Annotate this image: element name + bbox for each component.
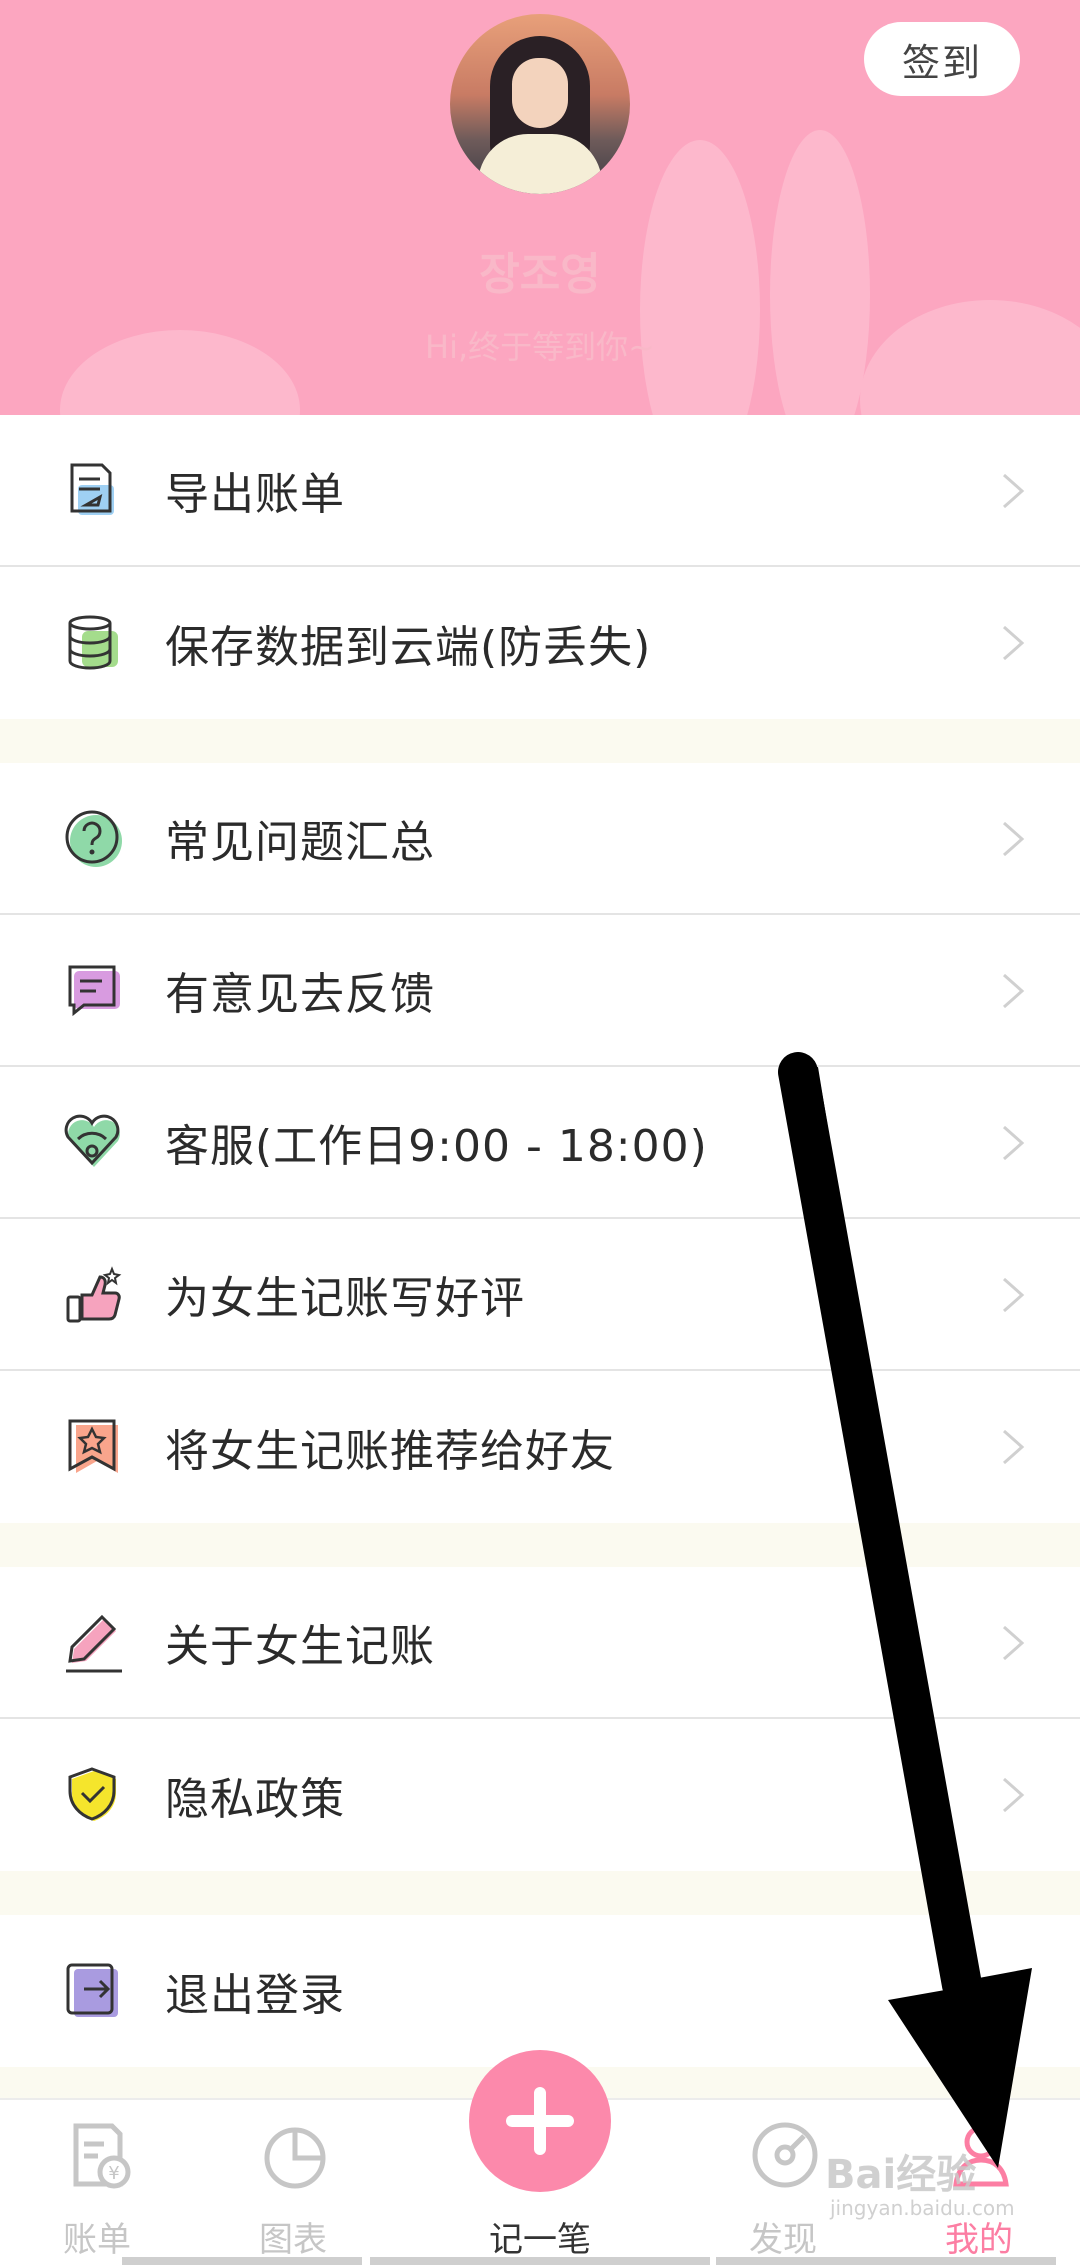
section-divider [0,719,1080,763]
home-indicator [716,2257,1056,2265]
chevron-right-icon [1003,1277,1025,1313]
discover-icon [752,2122,818,2188]
menu-item-rate-app[interactable]: 为女生记账写好评 [0,1219,1080,1371]
menu-item-privacy[interactable]: 隐私政策 [0,1719,1080,1871]
customer-service-heart-icon [64,1114,120,1167]
feedback-message-icon [68,965,120,1017]
chevron-right-icon [1003,625,1025,661]
menu-group-support: 常见问题汇总 有意见去反馈 客服(工作日9:00 - 18:00) 为女生记账写… [0,763,1080,1523]
tab-label: 图表 [259,2220,327,2260]
avatar[interactable] [450,14,630,194]
tab-label: 记一笔 [489,2220,591,2260]
menu-group-about: 关于女生记账 隐私政策 [0,1567,1080,1871]
menu-item-label: 客服(工作日9:00 - 18:00) [165,1121,708,1172]
chevron-right-icon [1003,473,1025,509]
export-bill-icon [70,463,114,515]
cloud-database-icon [68,615,118,670]
chevron-right-icon [1003,1625,1025,1661]
chevron-right-icon [1003,973,1025,1009]
menu-item-label: 常见问题汇总 [165,817,435,868]
home-indicator [370,2257,710,2265]
avatar-face [512,58,568,128]
menu-item-faq[interactable]: 常见问题汇总 [0,763,1080,915]
menu-item-label: 关于女生记账 [165,1621,435,1672]
svg-text:¥: ¥ [108,2163,119,2184]
watermark-url: jingyan.baidu.com [830,2196,1015,2220]
section-divider [0,1523,1080,1567]
menu-item-label: 为女生记账写好评 [165,1273,525,1324]
menu-item-recommend[interactable]: 将女生记账推荐给好友 [0,1371,1080,1523]
star-bookmark-icon [68,1419,118,1473]
menu-item-label: 有意见去反馈 [165,969,435,1020]
chevron-right-icon [1003,1777,1025,1813]
menu-item-label: 隐私政策 [165,1774,345,1825]
menu-group-account: 退出登录 [0,1915,1080,2067]
pencil-icon [66,1614,122,1673]
bill-icon: ¥ [73,2123,131,2189]
question-icon [65,810,122,867]
menu-item-label: 将女生记账推荐给好友 [165,1426,615,1477]
profile-header: 签到 장조영 Hi,终于等到你~ [0,0,1080,415]
settings-menu: 导出账单 保存数据到云端(防丢失) 常见问题汇总 有意见去反馈 客服(工作日9:… [0,415,1080,2067]
menu-item-label: 导出账单 [165,469,345,520]
menu-item-export-bill[interactable]: 导出账单 [0,415,1080,567]
section-divider [0,1871,1080,1915]
menu-item-label: 保存数据到云端(防丢失) [165,622,652,673]
chevron-right-icon [1003,821,1025,857]
menu-item-logout[interactable]: 退出登录 [0,1915,1080,2067]
tab-charts[interactable]: 图表 [218,2100,368,2268]
logout-icon [66,1963,118,2017]
add-record-button[interactable] [469,2050,611,2192]
signin-button[interactable]: 签到 [864,22,1020,96]
menu-item-cloud-backup[interactable]: 保存数据到云端(防丢失) [0,567,1080,719]
tab-bills[interactable]: ¥ 账单 [22,2100,172,2268]
chevron-right-icon [1003,1973,1025,2009]
menu-item-label: 退出登录 [165,1970,345,2021]
menu-item-feedback[interactable]: 有意见去反馈 [0,915,1080,1067]
plus-icon [506,2087,574,2155]
menu-item-about[interactable]: 关于女生记账 [0,1567,1080,1719]
greeting-text: Hi,终于等到你~ [425,328,655,366]
chevron-right-icon [1003,1125,1025,1161]
menu-group-data: 导出账单 保存数据到云端(防丢失) [0,415,1080,719]
chevron-right-icon [1003,1429,1025,1465]
username: 장조영 [479,249,601,300]
tab-label: 账单 [63,2220,131,2260]
home-indicator [122,2257,362,2265]
shield-check-icon [68,1767,116,1821]
pie-chart-icon [264,2127,326,2189]
watermark-logo: Bai经验 [825,2152,977,2198]
thumbs-up-icon [66,1266,122,1323]
menu-item-customer-service[interactable]: 客服(工作日9:00 - 18:00) [0,1067,1080,1219]
